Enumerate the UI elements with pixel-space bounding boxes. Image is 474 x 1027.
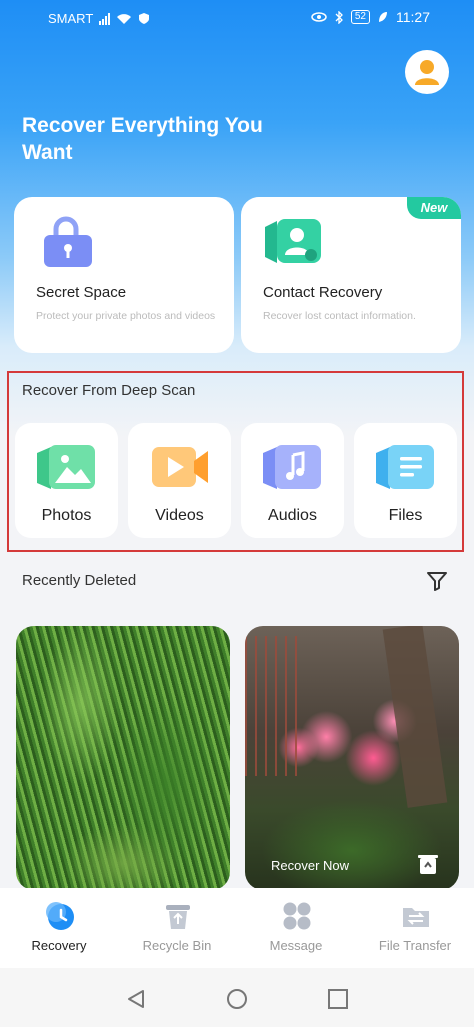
filter-icon[interactable] — [426, 570, 448, 592]
scan-files-button[interactable]: Files — [354, 423, 457, 538]
message-icon — [283, 902, 311, 930]
hero-title: Recover Everything You Want — [22, 114, 263, 164]
status-bar: SMART 52 11:27 — [0, 0, 474, 36]
contact-recovery-title: Contact Recovery — [263, 284, 383, 301]
system-nav-bar — [0, 968, 474, 1027]
nav-recycle-bin-label: Recycle Bin — [142, 938, 212, 953]
home-icon[interactable] — [226, 988, 248, 1010]
clock: 11:27 — [396, 9, 430, 25]
scan-photos-label: Photos — [41, 507, 92, 524]
battery-indicator: 52 — [350, 10, 370, 24]
secret-space-title: Secret Space — [36, 284, 127, 301]
profile-avatar-button[interactable] — [405, 50, 449, 94]
restore-icon[interactable] — [417, 852, 439, 876]
nav-recovery[interactable]: Recovery — [0, 888, 118, 968]
recovery-icon — [46, 902, 74, 930]
user-icon — [415, 60, 439, 85]
scan-audios-button[interactable]: Audios — [241, 423, 344, 538]
fence-rail — [245, 636, 305, 776]
audio-icon — [263, 445, 321, 489]
bottom-nav: Recovery Recycle Bin Message File Transf… — [0, 888, 474, 968]
scan-videos-button[interactable]: Videos — [128, 423, 231, 538]
status-right: 52 11:27 — [311, 9, 430, 25]
nav-recovery-label: Recovery — [31, 938, 87, 953]
file-transfer-icon — [403, 908, 429, 927]
status-left: SMART — [48, 11, 150, 26]
lock-icon — [44, 216, 92, 267]
nav-message-label: Message — [269, 938, 323, 953]
back-icon[interactable] — [125, 988, 147, 1010]
file-icon — [376, 445, 434, 489]
recover-now-label[interactable]: Recover Now — [271, 858, 349, 873]
nav-message[interactable]: Message — [237, 888, 355, 968]
scan-videos-label: Videos — [155, 507, 204, 524]
eye-icon — [311, 12, 327, 22]
recently-deleted-title: Recently Deleted — [22, 572, 137, 589]
leaf-icon — [379, 12, 387, 22]
recycle-bin-icon — [166, 905, 190, 929]
scan-photos-button[interactable]: Photos — [15, 423, 118, 538]
tree-trunk — [382, 626, 448, 808]
new-badge: New — [407, 197, 461, 219]
nav-file-transfer[interactable]: File Transfer — [356, 888, 474, 968]
contact-icon — [265, 219, 321, 263]
signal-icon — [99, 12, 111, 25]
scan-files-label: Files — [388, 507, 423, 524]
contact-recovery-desc: Recover lost contact information. — [263, 310, 416, 322]
wifi-icon — [117, 13, 132, 24]
bluetooth-icon — [335, 10, 343, 24]
nav-recycle-bin[interactable]: Recycle Bin — [118, 888, 236, 968]
secret-space-desc: Protect your private photos and videos — [36, 310, 216, 322]
scan-audios-label: Audios — [268, 507, 317, 524]
recents-icon[interactable] — [327, 988, 349, 1010]
deep-scan-title: Recover From Deep Scan — [22, 382, 196, 399]
video-icon — [152, 447, 208, 487]
carrier-label: SMART — [48, 11, 94, 26]
contact-recovery-card[interactable]: New Contact Recovery Recover lost contac… — [241, 197, 461, 353]
nav-file-transfer-label: File Transfer — [378, 938, 452, 953]
shield-icon — [139, 13, 150, 24]
deleted-photo-grass[interactable] — [16, 626, 230, 890]
deleted-photo-flower[interactable]: Recover Now — [245, 626, 459, 890]
photo-icon — [37, 445, 95, 489]
secret-space-card[interactable]: Secret Space Protect your private photos… — [14, 197, 234, 353]
